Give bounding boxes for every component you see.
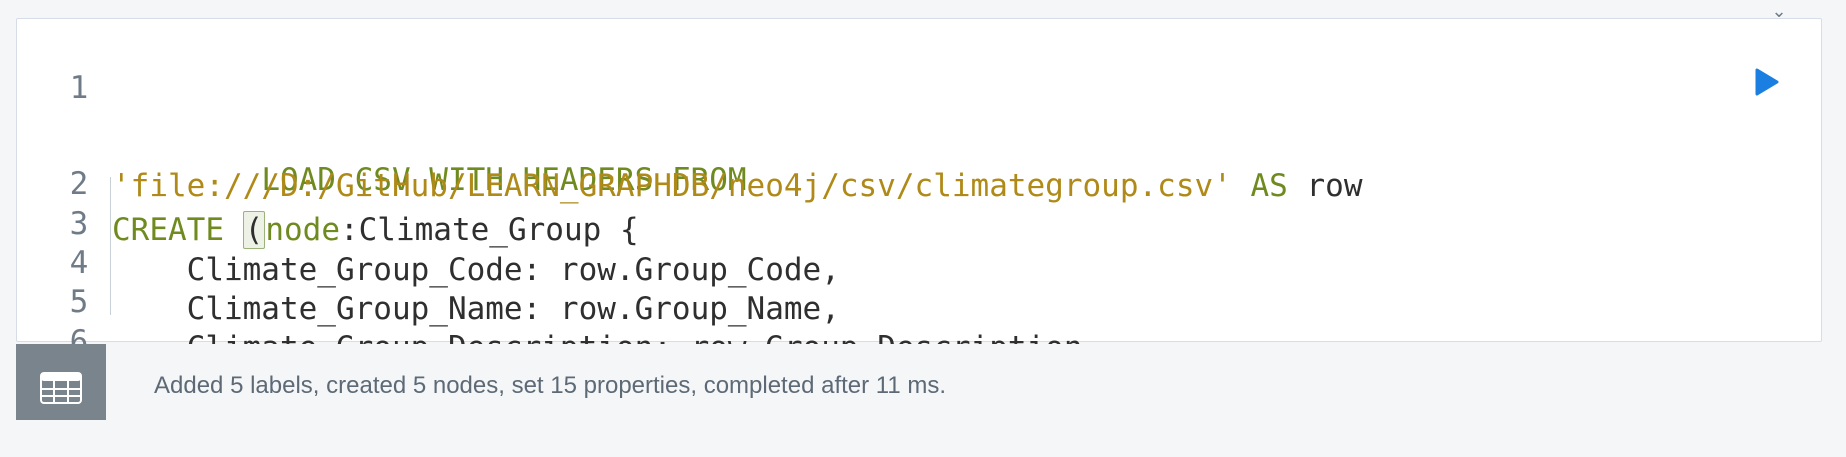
table-icon [40,372,82,404]
play-icon [1755,68,1779,96]
status-message: Added 5 labels, created 5 nodes, set 15 … [154,372,947,399]
editor-line-6: 6 }) [17,273,154,407]
identifier: row [1306,168,1363,204]
cypher-editor[interactable]: 1 LOAD CSV WITH HEADERS FROM 'file:///D:… [17,19,1821,407]
keyword: AS [1250,168,1288,204]
query-editor-frame: ⌄ 1 LOAD CSV WITH HEADERS FROM 'file:///… [16,1,1822,407]
node-variable: node [265,212,340,248]
matched-paren: ( [242,211,266,249]
node-label: :Climate_Group { [339,212,639,248]
indent-guide [110,177,111,315]
table-view-tab[interactable] [16,344,106,420]
result-summary-bar: Added 5 labels, created 5 nodes, set 15 … [16,344,1822,420]
editor-line-1: 1 LOAD CSV WITH HEADERS FROM [17,19,747,198]
collapse-icon[interactable]: ⌄ [1767,1,1791,21]
run-query-button[interactable] [1749,65,1783,99]
string-literal: 'file:///D:/GitHub/LEARN_GRAPHDB/neo4j/c… [112,168,1232,204]
editor-line-1-wrap: 'file:///D:/GitHub/LEARN_GRAPHDB/neo4j/c… [17,71,1363,204]
